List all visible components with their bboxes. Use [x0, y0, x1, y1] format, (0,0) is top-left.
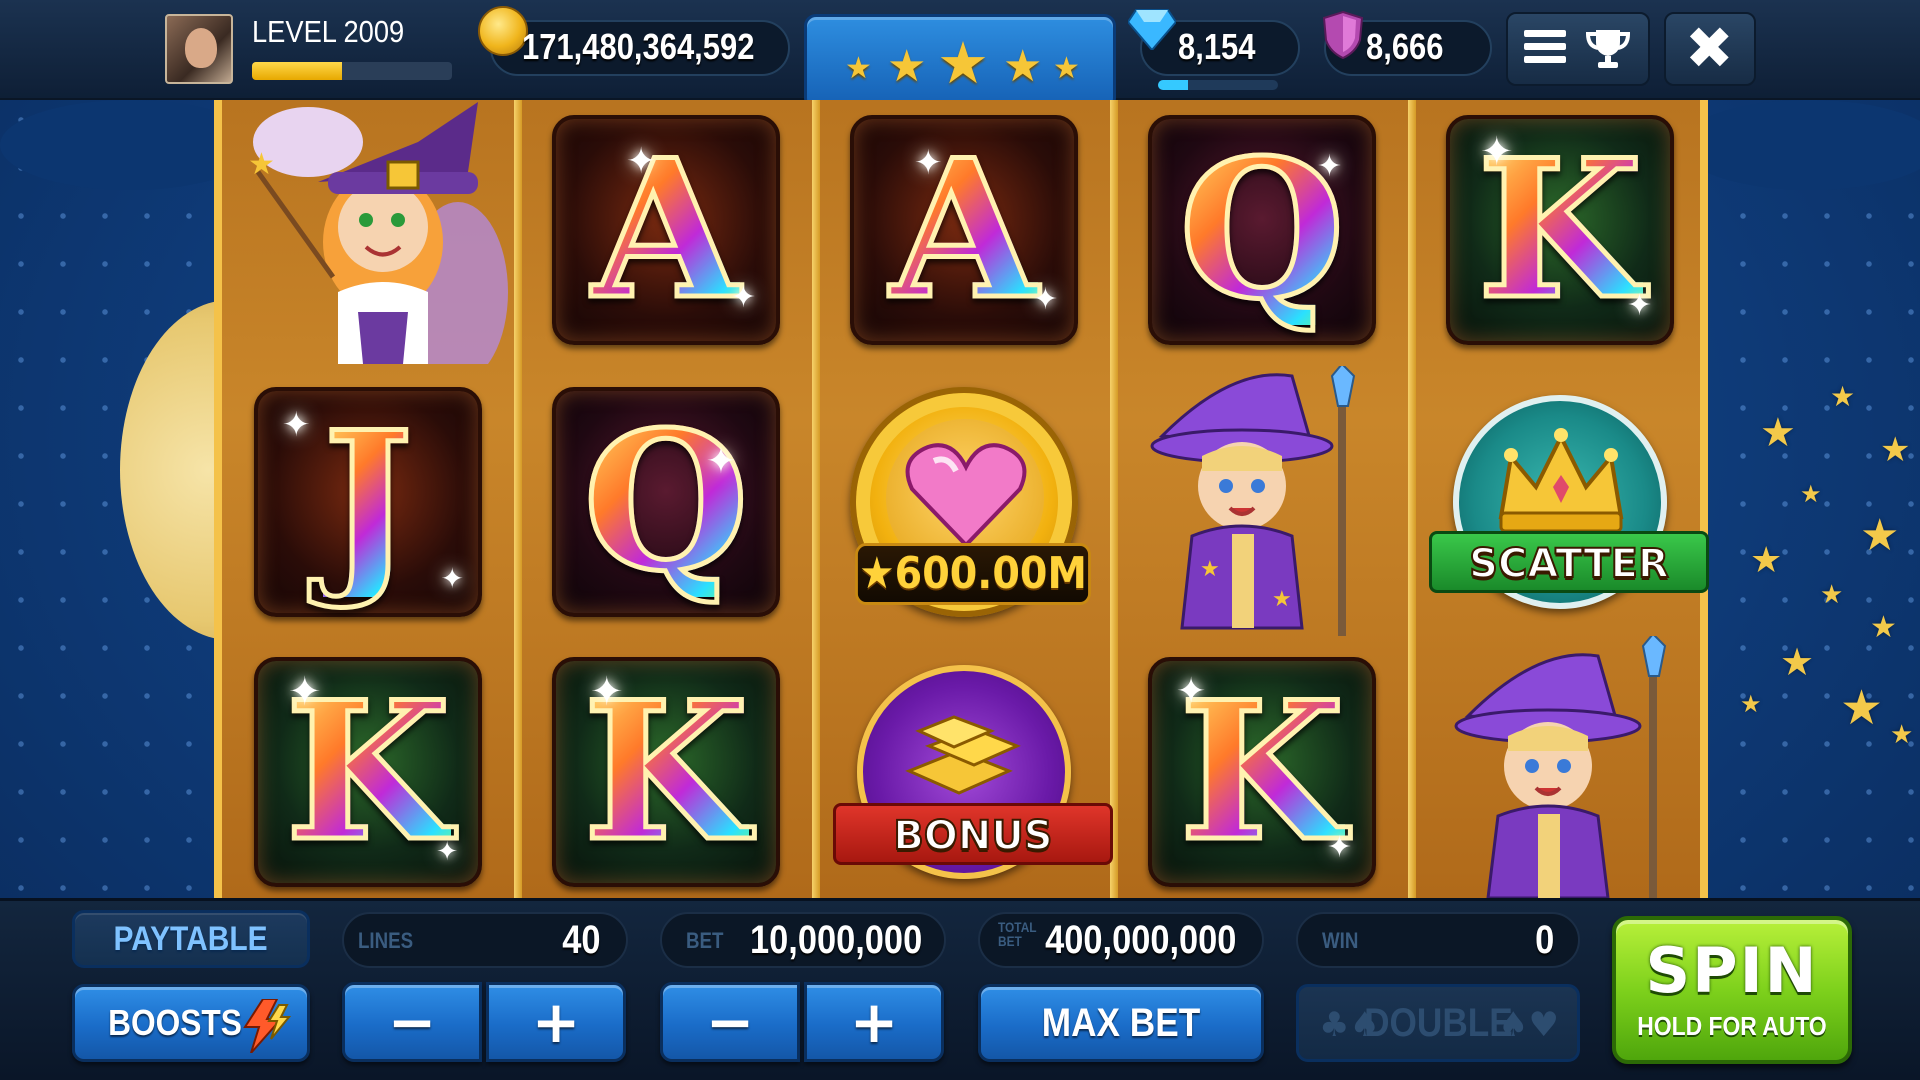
symbol-j: J ✦ ✦ [254, 386, 482, 618]
stars-decoration: ★ ★ ★ ★ ★ ★ ★ ★ ★ ★ ★ ★ [1740, 380, 1914, 750]
win-value: 0 [1534, 918, 1554, 962]
symbol-a: A ✦ ✦ [850, 114, 1078, 346]
reel-divider [1408, 100, 1416, 898]
lines-label: LINES [358, 928, 414, 953]
reel-divider [514, 100, 522, 898]
coins-value: 171,480,364,592 [522, 26, 755, 67]
symbol-k: K ✦ [552, 656, 780, 888]
symbol-wizard [1438, 636, 1688, 898]
boosts-label: BOOSTS [108, 1002, 242, 1043]
total-bet-value: 400,000,000 [1044, 918, 1236, 962]
star-icon: ★ [1053, 51, 1080, 86]
double-label: DOUBLE [1363, 1001, 1513, 1045]
paytable-button[interactable]: PAYTABLE [72, 910, 310, 968]
symbol-k: K ✦ ✦ [254, 656, 482, 888]
card-suits-icon: ♠♥ [1498, 1005, 1559, 1045]
menu-icon[interactable] [1524, 30, 1566, 66]
scatter-badge: SCATTER [1429, 395, 1709, 609]
symbol-k: K ✦ ✦ [1446, 114, 1674, 346]
lines-increase-button[interactable]: + [486, 982, 626, 1062]
star-icon: ★ [1003, 41, 1043, 92]
shields-value: 8,666 [1366, 26, 1444, 67]
paytable-label: PAYTABLE [113, 920, 269, 958]
symbol-q: Q ✦ [552, 386, 780, 618]
jackpot-amount: ★600.00M [855, 543, 1091, 605]
shield-icon [1322, 10, 1364, 60]
trophy-icon[interactable] [1586, 26, 1630, 70]
star-icon: ★ [845, 51, 872, 86]
symbol-wizard: ★ ★ [1142, 366, 1382, 636]
level-progress-fill [252, 62, 342, 80]
lines-value: 40 [561, 918, 600, 962]
spin-label: SPIN [1645, 934, 1819, 1007]
scatter-label: SCATTER [1429, 531, 1709, 593]
reel-divider [812, 100, 820, 898]
bonus-label: BONUS [833, 803, 1113, 865]
svg-text:★: ★ [1272, 587, 1292, 612]
symbol-k: K ✦ ✦ [1148, 656, 1376, 888]
total-bet-label: TOTAL BET [998, 919, 1037, 949]
star-icon: ★ [937, 29, 989, 97]
bet-stepper: − + [660, 982, 946, 1062]
lightning-icon [243, 999, 292, 1053]
symbol-bonus: BONUS [833, 656, 1113, 888]
gem-icon [1128, 9, 1176, 50]
star-icon: ★ [887, 41, 927, 92]
lines-decrease-button[interactable]: − [342, 982, 482, 1062]
gold-bars-icon [905, 715, 1021, 795]
symbol-a: A ✦ ✦ [552, 114, 780, 346]
slot-reels: ★ J ✦ ✦ K ✦ ✦ A ✦ ✦ Q ✦ K ✦ A ✦ ✦ ★600.00M [214, 100, 1709, 898]
symbol-scatter: SCATTER [1429, 386, 1709, 618]
lines-stepper: − + [342, 982, 628, 1062]
spin-button[interactable]: SPIN HOLD FOR AUTO [1612, 916, 1852, 1064]
wizard-character [1454, 636, 1667, 898]
double-button[interactable]: ♣♠ DOUBLE ♠♥ [1296, 984, 1580, 1062]
spin-hold-label: HOLD FOR AUTO [1637, 1011, 1827, 1041]
close-icon[interactable]: ✖ [1685, 19, 1734, 77]
bet-label: BET [686, 928, 724, 953]
gem-progress-fill [1158, 80, 1188, 90]
coin-icon [478, 6, 528, 56]
bet-value: 10,000,000 [749, 918, 922, 962]
star-rating-panel[interactable]: ★ ★ ★ ★ ★ [804, 14, 1116, 110]
bet-increase-button[interactable]: + [804, 982, 944, 1062]
crown-icon [1498, 428, 1624, 533]
max-bet-button[interactable]: MAX BET [978, 984, 1264, 1062]
svg-text:★: ★ [248, 147, 275, 182]
heart-gem-icon [905, 443, 1027, 548]
bet-decrease-button[interactable]: − [660, 982, 800, 1062]
fairy-character: ★ [248, 102, 508, 364]
level-progress-bar [252, 62, 452, 80]
reel-divider [1110, 100, 1118, 898]
win-label: WIN [1322, 928, 1359, 953]
jackpot-coin: ★600.00M [850, 387, 1091, 617]
symbol-fairy: ★ [232, 100, 514, 366]
symbol-jackpot-heart: ★600.00M [850, 386, 1091, 618]
avatar[interactable] [165, 14, 233, 84]
gems-value: 8,154 [1178, 26, 1256, 67]
wizard-character: ★ ★ [1150, 366, 1356, 636]
boosts-button[interactable]: BOOSTS [72, 984, 310, 1062]
bonus-badge: BONUS [833, 665, 1113, 879]
level-label: LEVEL 2009 [252, 14, 405, 49]
svg-text:★: ★ [1200, 557, 1220, 582]
symbol-q: Q ✦ [1148, 114, 1376, 346]
max-bet-label: MAX BET [1041, 1001, 1201, 1045]
gem-progress-bar [1158, 80, 1278, 90]
